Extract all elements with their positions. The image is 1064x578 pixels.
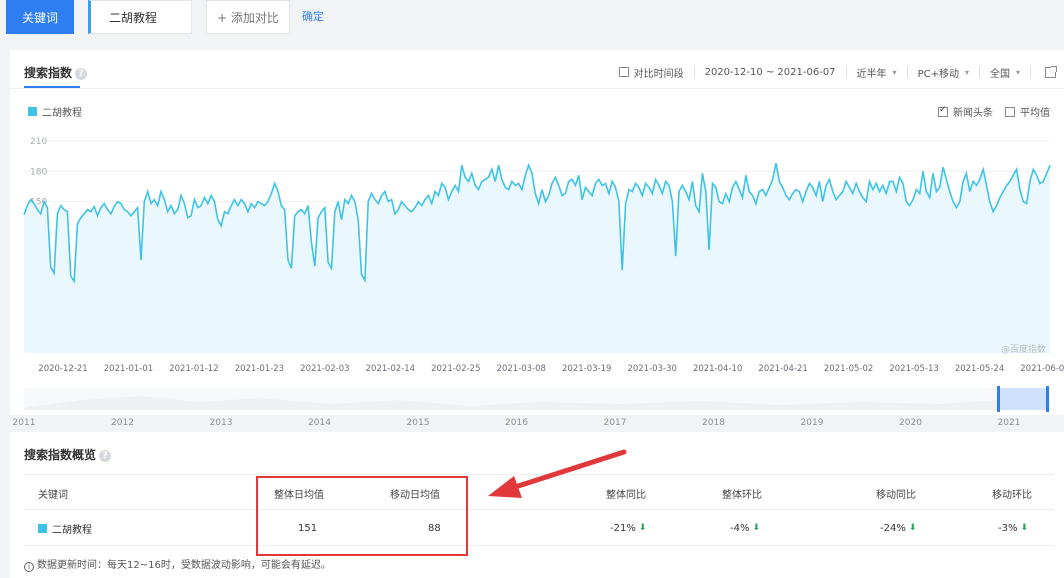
highlight-box bbox=[256, 476, 468, 556]
overview-timeline[interactable]: 2011 2012 2013 2014 2015 2016 2017 2018 2019 2020… bbox=[0, 0, 1064, 432]
overview-year-label: 2019 bbox=[801, 418, 824, 428]
row-overall-mom: -4% ⬇ bbox=[730, 510, 760, 546]
legend-swatch bbox=[38, 523, 47, 533]
header-mobile-yoy: 移动同比 bbox=[876, 489, 916, 501]
header-overall-mom: 整体环比 bbox=[722, 489, 762, 501]
overview-year-label: 2015 bbox=[407, 418, 430, 428]
overall-yoy-value: -21% bbox=[610, 522, 636, 534]
header-overall-yoy: 整体同比 bbox=[606, 489, 646, 501]
header-keyword: 关键词 bbox=[38, 489, 68, 501]
overview-year-label: 2014 bbox=[308, 418, 331, 428]
overview-year-label: 2018 bbox=[702, 418, 725, 428]
row-mobile-yoy: -24% ⬇ bbox=[880, 510, 916, 546]
overview-year-label: 2012 bbox=[111, 418, 134, 428]
mobile-yoy-value: -24% bbox=[880, 522, 906, 534]
overview-handle-left bbox=[997, 386, 1000, 412]
help-icon[interactable]: ? bbox=[99, 450, 112, 462]
overview-year-label: 2016 bbox=[505, 418, 528, 428]
table-row: 二胡教程 151 88 -21% ⬇ -4% ⬇ -24% ⬇ -3% ⬇ bbox=[24, 510, 1054, 546]
overall-mom-value: -4% bbox=[730, 522, 750, 534]
summary-table-header: 关键词 整体日均值 移动日均值 整体同比 整体环比 移动同比 移动环比 bbox=[24, 474, 1054, 510]
arrow-down-icon: ⬇ bbox=[908, 523, 917, 533]
overview-year-label: 2013 bbox=[210, 418, 233, 428]
arrow-down-icon: ⬇ bbox=[638, 523, 647, 533]
overview-year-label: 2021 bbox=[998, 418, 1021, 428]
overview-year-label: 2020 bbox=[899, 418, 922, 428]
info-icon: i bbox=[24, 562, 34, 572]
mobile-mom-value: -3% bbox=[998, 522, 1018, 534]
summary-title: 搜索指数概览? bbox=[24, 446, 112, 463]
arrow-down-icon: ⬇ bbox=[752, 523, 761, 533]
row-mobile-mom: -3% ⬇ bbox=[998, 510, 1028, 546]
summary-title-label: 搜索指数概览 bbox=[24, 448, 97, 462]
row-overall-yoy: -21% ⬇ bbox=[610, 510, 646, 546]
update-note-text: 数据更新时间：每天12~16时，受数据波动影响，可能会有延迟。 bbox=[37, 560, 331, 571]
overview-year-label: 2011 bbox=[13, 418, 36, 428]
header-mobile-mom: 移动环比 bbox=[992, 489, 1032, 501]
row-keyword-label: 二胡教程 bbox=[52, 524, 92, 536]
summary-card: 搜索指数概览? 关键词 整体日均值 移动日均值 整体同比 整体环比 移动同比 移… bbox=[10, 432, 1064, 578]
row-keyword: 二胡教程 bbox=[38, 510, 92, 546]
overview-handle-right bbox=[1046, 386, 1049, 412]
overview-year-label: 2017 bbox=[604, 418, 627, 428]
update-note: i 数据更新时间：每天12~16时，受数据波动影响，可能会有延迟。 bbox=[24, 556, 331, 572]
overview-selection bbox=[999, 388, 1049, 410]
arrow-down-icon: ⬇ bbox=[1020, 523, 1029, 533]
